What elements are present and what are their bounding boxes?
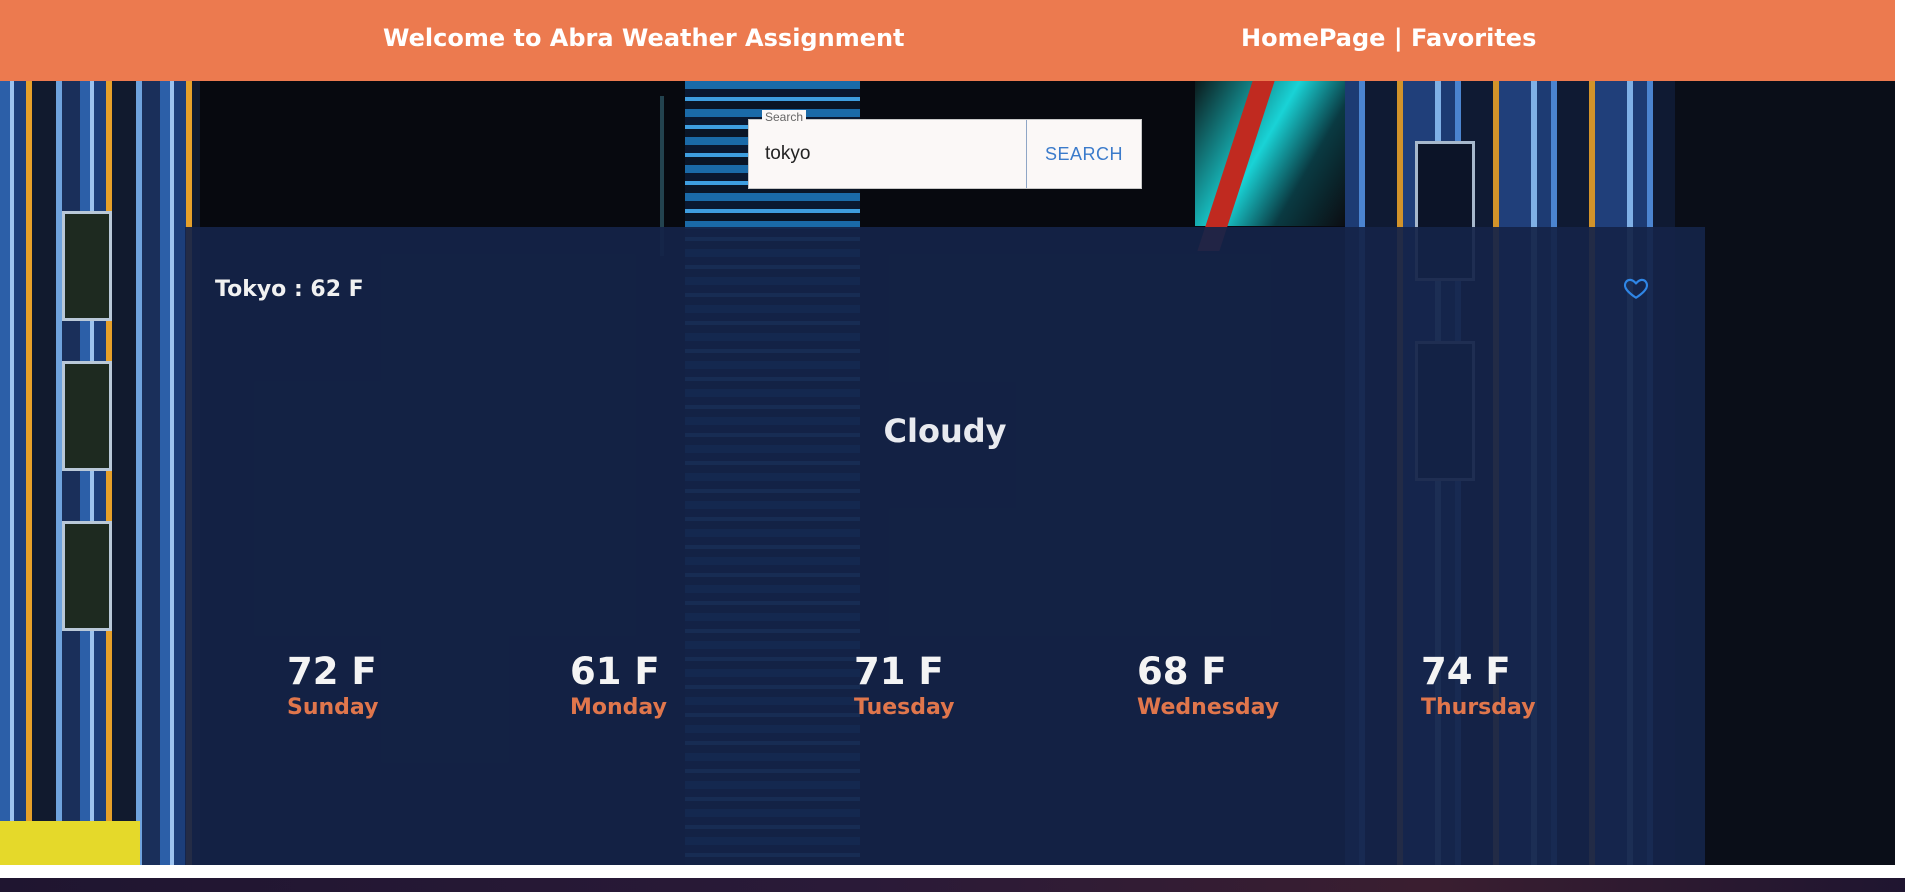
background-building-left <box>0 81 200 865</box>
forecast-day: 61 F Monday <box>570 650 667 720</box>
weather-panel: Tokyo : 62 F Cloudy 72 F Sunday 61 F Mon… <box>185 227 1705 865</box>
search-button[interactable]: SEARCH <box>1027 120 1141 188</box>
nav-homepage-link[interactable]: HomePage <box>1241 24 1385 52</box>
forecast-temperature: 72 F <box>287 650 377 693</box>
forecast-day-name: Thursday <box>1421 694 1536 720</box>
forecast-day-name: Tuesday <box>854 694 955 720</box>
forecast-day: 74 F Thursday <box>1421 650 1536 720</box>
current-city-temperature: Tokyo : 62 F <box>215 277 364 302</box>
nav-separator: | <box>1385 24 1411 52</box>
forecast-temperature: 68 F <box>1137 650 1227 693</box>
main-nav: HomePage | Favorites <box>1241 24 1536 52</box>
weather-condition: Cloudy <box>883 412 1007 450</box>
search-input[interactable] <box>748 119 1026 189</box>
forecast-temperature: 71 F <box>854 650 944 693</box>
forecast-day: 72 F Sunday <box>287 650 379 720</box>
forecast-day-name: Wednesday <box>1137 694 1280 720</box>
heart-outline-icon[interactable] <box>1622 275 1650 301</box>
nav-favorites-link[interactable]: Favorites <box>1411 24 1536 52</box>
forecast-temperature: 74 F <box>1421 650 1511 693</box>
app-header: Welcome to Abra Weather Assignment HomeP… <box>0 0 1895 81</box>
forecast-day-name: Sunday <box>287 694 379 720</box>
forecast-day: 71 F Tuesday <box>854 650 955 720</box>
forecast-temperature: 61 F <box>570 650 660 693</box>
forecast-day-name: Monday <box>570 694 667 720</box>
forecast-day: 68 F Wednesday <box>1137 650 1280 720</box>
welcome-title: Welcome to Abra Weather Assignment <box>383 24 905 52</box>
search-label: Search <box>762 110 807 124</box>
taskbar-strip <box>0 878 1905 892</box>
